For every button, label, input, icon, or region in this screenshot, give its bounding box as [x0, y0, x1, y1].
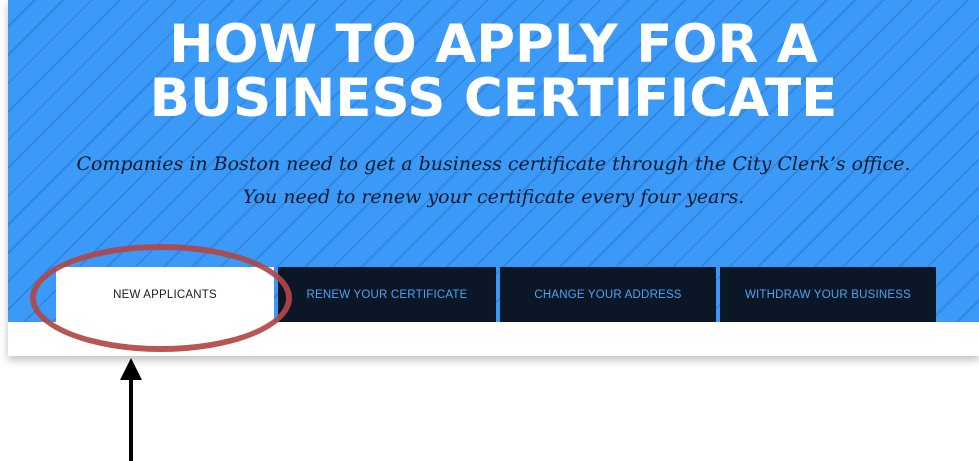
page: HOW TO APPLY FOR A BUSINESS CERTIFICATE … [0, 0, 979, 461]
hero-subtitle: Companies in Boston need to get a busine… [8, 148, 979, 214]
tab-new-applicants[interactable]: NEW APPLICANTS [56, 267, 274, 322]
pointer-arrow-annotation [120, 358, 142, 461]
page-title: HOW TO APPLY FOR A BUSINESS CERTIFICATE [8, 18, 979, 126]
hero-banner: HOW TO APPLY FOR A BUSINESS CERTIFICATE … [8, 0, 979, 322]
tab-withdraw-your-business[interactable]: WITHDRAW YOUR BUSINESS [720, 267, 936, 322]
tab-bar: NEW APPLICANTS RENEW YOUR CERTIFICATE CH… [56, 267, 940, 322]
tab-change-your-address[interactable]: CHANGE YOUR ADDRESS [500, 267, 716, 322]
page-title-line-2: BUSINESS CERTIFICATE [149, 68, 838, 129]
screenshot-card: HOW TO APPLY FOR A BUSINESS CERTIFICATE … [8, 0, 979, 356]
hero-subtitle-line-1: Companies in Boston need to get a busine… [76, 153, 911, 175]
hero-subtitle-line-2: You need to renew your certificate every… [242, 186, 745, 208]
tab-renew-your-certificate[interactable]: RENEW YOUR CERTIFICATE [278, 267, 496, 322]
page-title-line-1: HOW TO APPLY FOR A [169, 14, 818, 75]
